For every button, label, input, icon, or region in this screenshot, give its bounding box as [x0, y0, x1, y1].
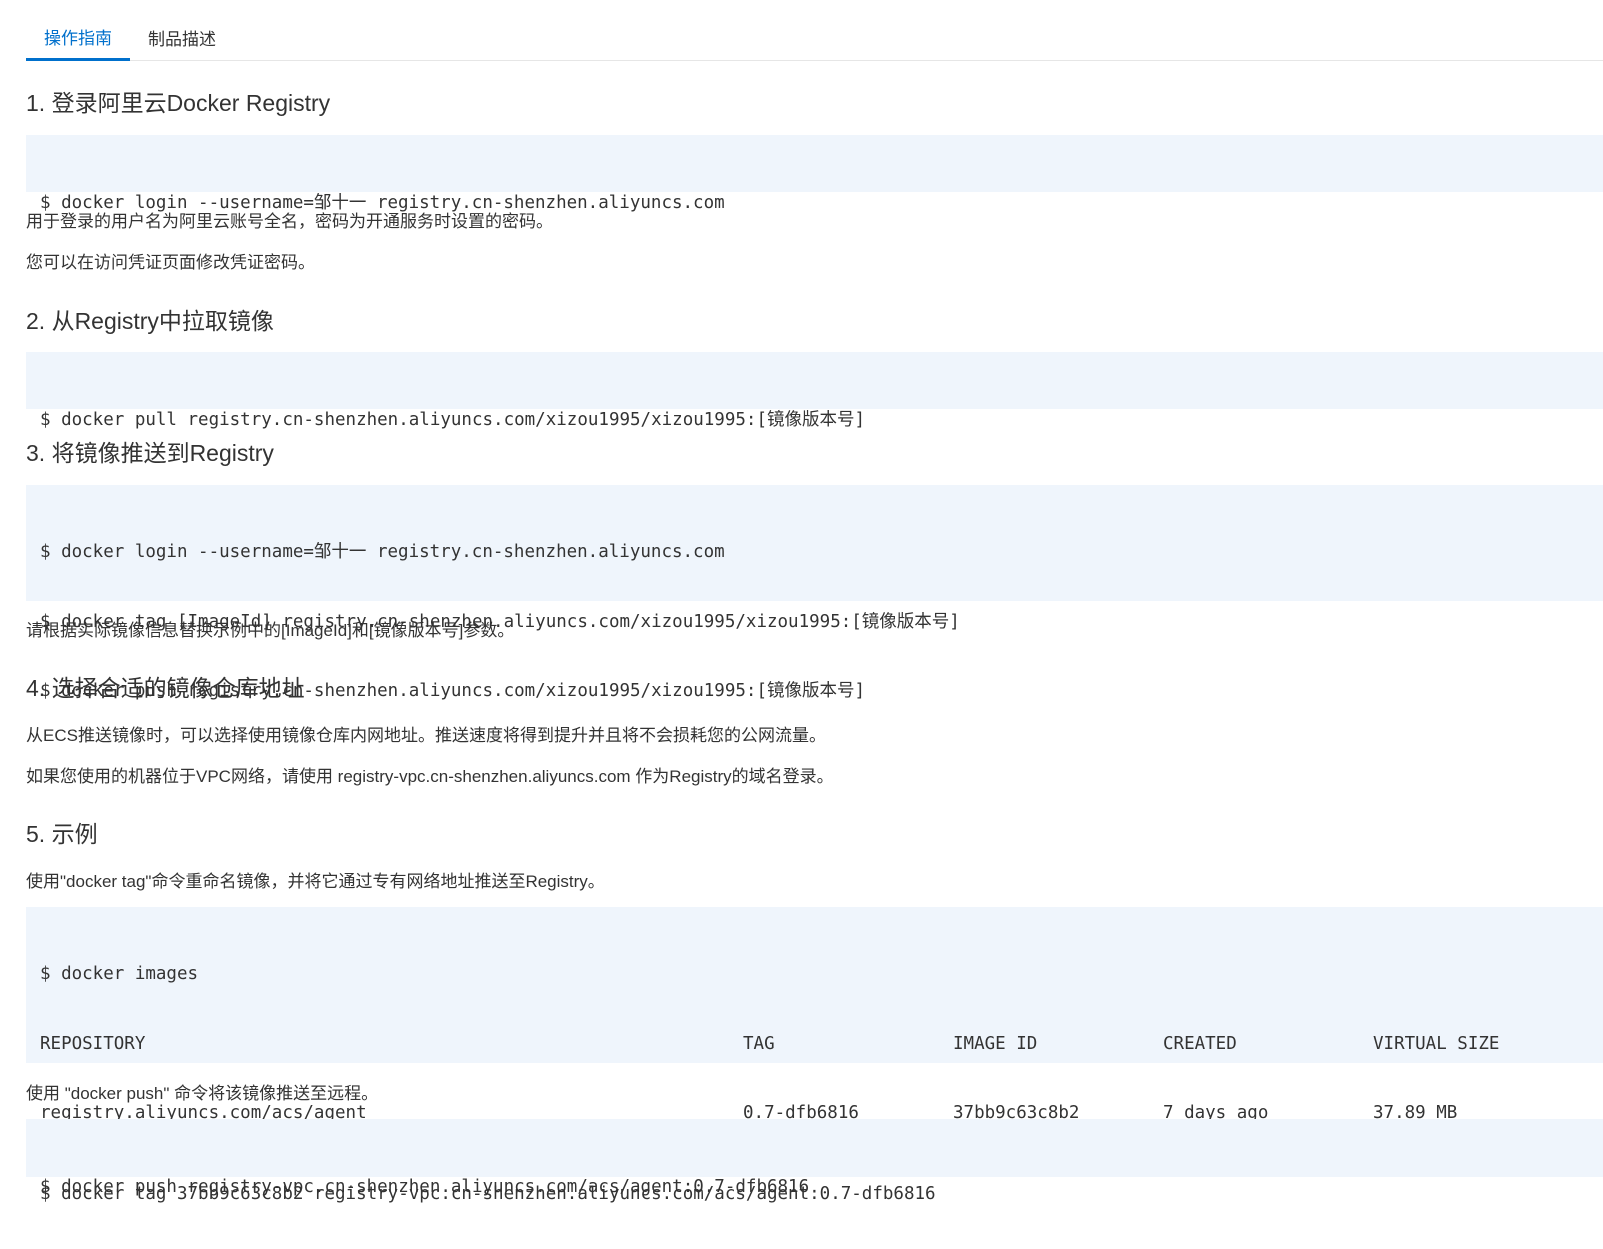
section-5-example-code-block[interactable]: $ docker images REPOSITORY TAG IMAGE ID … [26, 907, 1603, 1204]
section-4-heading: 4. 选择合适的镜像仓库地址 [26, 675, 305, 701]
section-3-note: 请根据实际镜像信息替换示例中的[ImageId]和[镜像版本号]参数。 [26, 621, 515, 640]
section-1-heading: 1. 登录阿里云Docker Registry [26, 90, 331, 116]
section-5-push-intro: 使用 "docker push" 命令将该镜像推送至远程。 [26, 1084, 379, 1103]
section-2-heading: 2. 从Registry中拉取镜像 [26, 308, 274, 334]
code-line-docker-images: $ docker images [40, 964, 199, 984]
section-1-note-2: 您可以在访问凭证页面修改凭证密码。 [26, 253, 315, 272]
header-created: CREATED [1163, 1033, 1237, 1054]
section-5-push-code-block[interactable]: $ docker push registry-vpc.cn-shenzhen.a… [26, 1119, 1603, 1197]
images-table-header: REPOSITORY TAG IMAGE ID CREATED VIRTUAL … [40, 1030, 1589, 1060]
header-virtual-size: VIRTUAL SIZE [1373, 1033, 1500, 1054]
guide-page: 操作指南 制品描述 1. 登录阿里云Docker Registry $ dock… [26, 0, 1603, 1204]
header-repository: REPOSITORY [40, 1033, 146, 1054]
header-image-id: IMAGE ID [953, 1033, 1038, 1054]
header-tag: TAG [743, 1033, 775, 1054]
code-line: $ docker pull registry.cn-shenzhen.aliyu… [40, 410, 866, 430]
section-1-code-block[interactable]: $ docker login --username=邹十一 registry.c… [26, 135, 1603, 213]
code-line-docker-push: $ docker push registry-vpc.cn-shenzhen.a… [40, 1177, 810, 1197]
tab-artifact-description[interactable]: 制品描述 [130, 29, 234, 61]
section-3-heading: 3. 将镜像推送到Registry [26, 440, 274, 466]
tab-bar: 操作指南 制品描述 [26, 0, 1603, 61]
tab-operation-guide[interactable]: 操作指南 [26, 28, 130, 61]
section-3-code-block[interactable]: $ docker login --username=邹十一 registry.c… [26, 485, 1603, 701]
section-5-heading: 5. 示例 [26, 821, 98, 847]
section-1-note-1: 用于登录的用户名为阿里云账号全名，密码为开通服务时设置的密码。 [26, 212, 553, 231]
section-5-intro: 使用"docker tag"命令重命名镜像，并将它通过专有网络地址推送至Regi… [26, 872, 605, 891]
section-4-note-2: 如果您使用的机器位于VPC网络，请使用 registry-vpc.cn-shen… [26, 767, 834, 786]
section-4-note-1: 从ECS推送镜像时，可以选择使用镜像仓库内网地址。推送速度将得到提升并且将不会损… [26, 726, 826, 745]
code-line: $ docker login --username=邹十一 registry.c… [40, 542, 725, 562]
section-2-code-block[interactable]: $ docker pull registry.cn-shenzhen.aliyu… [26, 352, 1603, 430]
